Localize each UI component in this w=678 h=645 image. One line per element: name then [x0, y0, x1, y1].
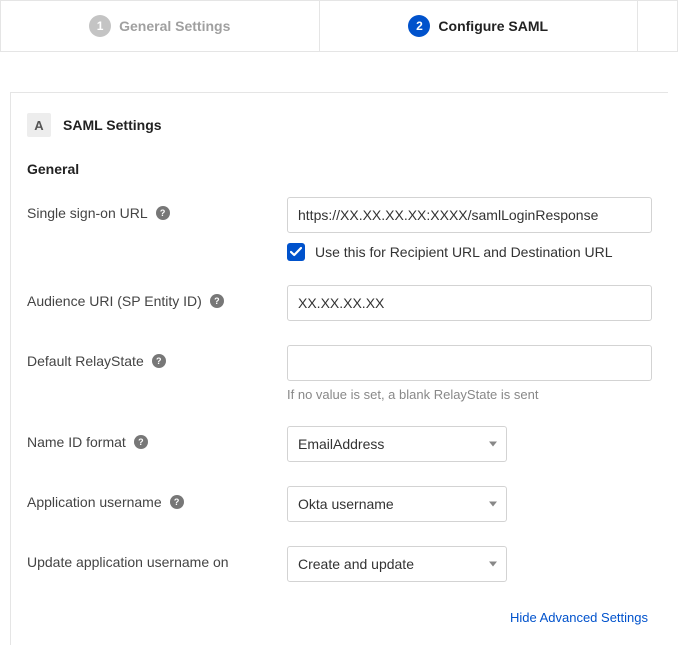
- help-icon[interactable]: ?: [210, 294, 224, 308]
- use-for-recipient-label: Use this for Recipient URL and Destinati…: [315, 244, 613, 260]
- label-relaystate: Default RelayState: [27, 353, 144, 369]
- sso-url-input[interactable]: [287, 197, 652, 233]
- relaystate-input[interactable]: [287, 345, 652, 381]
- row-update-username-on: Update application username on Create an…: [27, 546, 652, 582]
- tab-label-general: General Settings: [119, 18, 230, 34]
- subheading-general: General: [27, 161, 652, 177]
- label-audience-uri: Audience URI (SP Entity ID): [27, 293, 202, 309]
- section-title: SAML Settings: [63, 117, 162, 133]
- nameid-format-select[interactable]: EmailAddress: [287, 426, 507, 462]
- label-sso-url: Single sign-on URL: [27, 205, 148, 221]
- row-relaystate: Default RelayState ? If no value is set,…: [27, 345, 652, 402]
- audience-uri-input[interactable]: [287, 285, 652, 321]
- use-for-recipient-checkbox[interactable]: [287, 243, 305, 261]
- check-icon: [290, 246, 302, 258]
- row-app-username: Application username ? Okta username: [27, 486, 652, 522]
- help-icon[interactable]: ?: [156, 206, 170, 220]
- label-update-username-on: Update application username on: [27, 554, 229, 570]
- row-audience-uri: Audience URI (SP Entity ID) ?: [27, 285, 652, 321]
- hide-advanced-settings-link[interactable]: Hide Advanced Settings: [27, 606, 652, 625]
- wizard-tabs: 1 General Settings 2 Configure SAML: [0, 0, 678, 52]
- label-nameid-format: Name ID format: [27, 434, 126, 450]
- row-sso-url: Single sign-on URL ? Use this for Recipi…: [27, 197, 652, 261]
- help-icon[interactable]: ?: [134, 435, 148, 449]
- tab-label-saml: Configure SAML: [438, 18, 548, 34]
- tab-general-settings[interactable]: 1 General Settings: [0, 1, 320, 51]
- step-number-2: 2: [408, 15, 430, 37]
- label-app-username: Application username: [27, 494, 162, 510]
- relaystate-hint: If no value is set, a blank RelayState i…: [287, 387, 652, 402]
- step-number-1: 1: [89, 15, 111, 37]
- app-username-select[interactable]: Okta username: [287, 486, 507, 522]
- update-username-select[interactable]: Create and update: [287, 546, 507, 582]
- saml-settings-panel: A SAML Settings General Single sign-on U…: [10, 92, 668, 645]
- tab-configure-saml[interactable]: 2 Configure SAML: [320, 1, 639, 51]
- tab-spacer: [638, 1, 678, 51]
- section-badge-a: A: [27, 113, 51, 137]
- help-icon[interactable]: ?: [170, 495, 184, 509]
- row-nameid-format: Name ID format ? EmailAddress: [27, 426, 652, 462]
- help-icon[interactable]: ?: [152, 354, 166, 368]
- section-header: A SAML Settings: [27, 113, 652, 137]
